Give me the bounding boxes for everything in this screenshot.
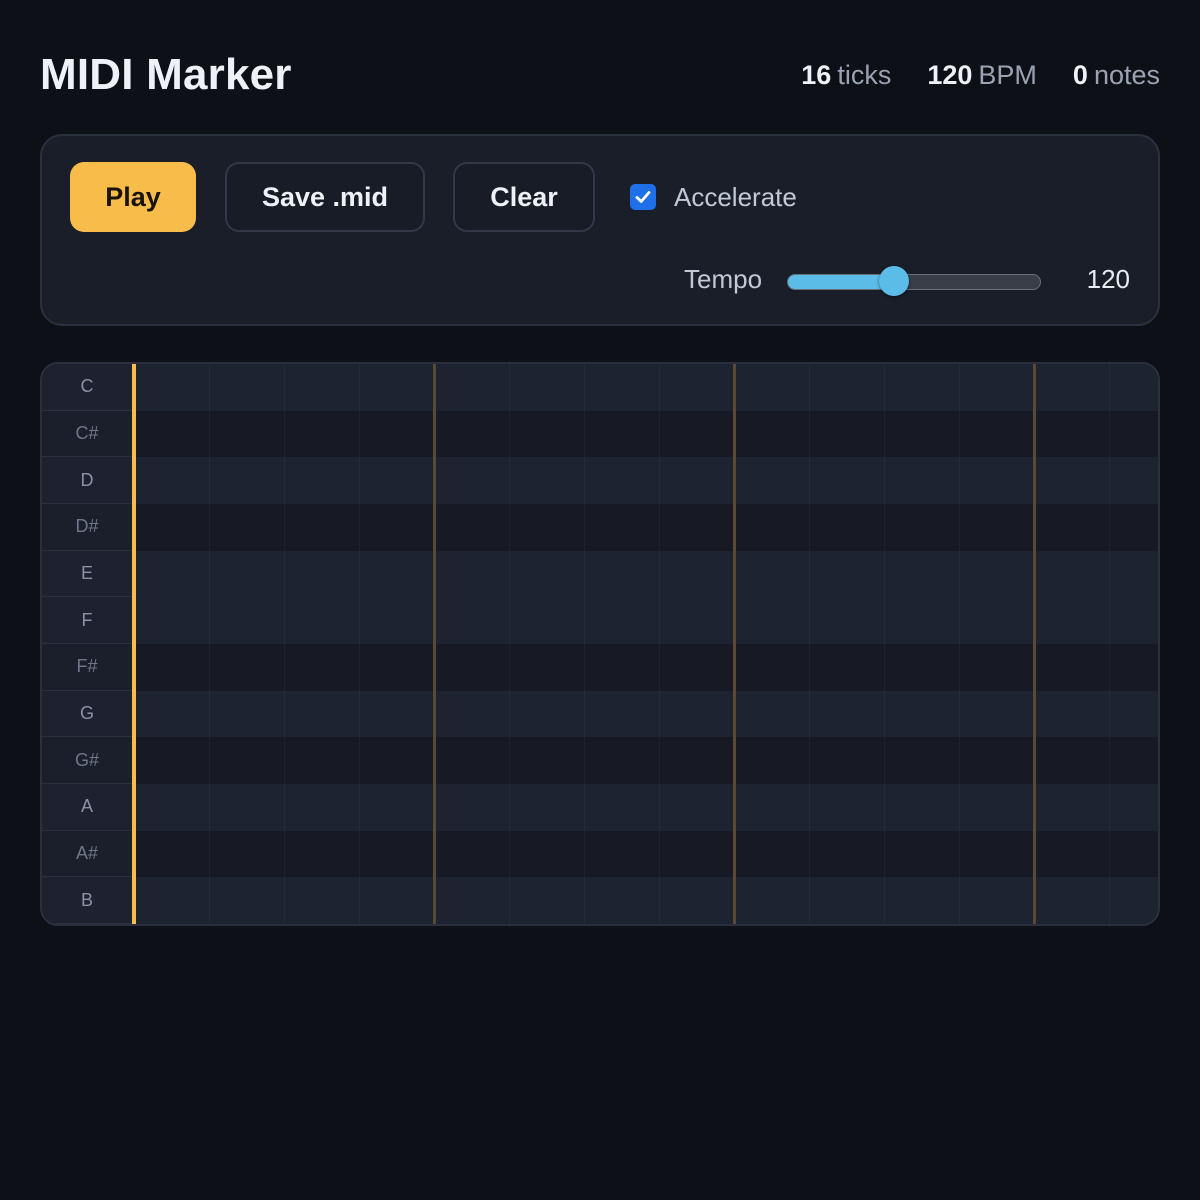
accelerate-label: Accelerate [674, 181, 797, 212]
grid-row[interactable] [132, 644, 1158, 691]
app-root: MIDI Marker 16 ticks 120 BPM 0 notes Play S… [0, 0, 1200, 1200]
grid-row[interactable] [132, 597, 1158, 644]
piano-key[interactable]: F [42, 597, 132, 644]
bar-line [733, 364, 736, 924]
page-title: MIDI Marker [40, 50, 292, 99]
stat-notes-unit: notes [1093, 59, 1160, 90]
grid-row[interactable] [132, 784, 1158, 831]
piano-key[interactable]: B [42, 877, 132, 924]
piano-key[interactable]: C# [42, 410, 132, 458]
accelerate-toggle[interactable]: Accelerate [630, 162, 797, 232]
controls-panel: Play Save .mid Clear Accelerate Tempo 12… [40, 134, 1160, 326]
piano-roll: C C# D D# E F F# G G# A A# B [40, 362, 1160, 926]
stat-ticks-unit: ticks [837, 59, 892, 90]
grid-row[interactable] [132, 410, 1158, 458]
tick-line [284, 364, 285, 924]
grid-row[interactable] [132, 504, 1158, 551]
save-mid-button[interactable]: Save .mid [225, 162, 425, 232]
tick-line [659, 364, 660, 924]
piano-key[interactable]: F# [42, 643, 132, 691]
piano-key[interactable]: G [42, 691, 132, 738]
stat-ticks-value: 16 [801, 59, 832, 90]
grid-row[interactable] [132, 737, 1158, 784]
note-grid[interactable] [132, 364, 1158, 924]
tempo-value: 120 [1086, 264, 1130, 294]
bar-line [433, 364, 436, 924]
stats-bar: 16 ticks 120 BPM 0 notes [801, 60, 1160, 91]
piano-key[interactable]: D# [42, 503, 132, 551]
piano-key[interactable]: A# [42, 830, 132, 878]
tempo-slider-thumb[interactable] [878, 266, 909, 296]
tick-line [884, 364, 885, 924]
clear-button[interactable]: Clear [453, 162, 595, 232]
piano-key[interactable]: C [42, 364, 132, 411]
stat-bpm: 120 BPM [927, 60, 1037, 91]
playhead[interactable] [132, 364, 136, 924]
header: MIDI Marker 16 ticks 120 BPM 0 notes [40, 40, 1160, 110]
tick-line [809, 364, 810, 924]
piano-keys: C C# D D# E F F# G G# A A# B [42, 364, 133, 924]
piano-key[interactable]: A [42, 784, 132, 831]
tick-line [959, 364, 960, 924]
stat-notes: 0 notes [1073, 60, 1160, 91]
stat-ticks: 16 ticks [801, 60, 891, 91]
grid-row[interactable] [132, 457, 1158, 504]
tick-line [584, 364, 585, 924]
grid-row[interactable] [132, 830, 1158, 878]
tempo-slider[interactable] [787, 266, 1041, 296]
tick-line [359, 364, 360, 924]
tempo-label: Tempo [684, 264, 763, 294]
grid-row[interactable] [132, 550, 1158, 598]
tempo-slider-track[interactable] [787, 274, 1041, 290]
grid-row[interactable] [132, 877, 1158, 924]
piano-key[interactable]: D [42, 457, 132, 504]
stat-bpm-value: 120 [927, 59, 973, 90]
grid-row[interactable] [132, 690, 1158, 738]
checkmark-icon [635, 191, 651, 203]
play-button[interactable]: Play [70, 162, 196, 232]
grid-row[interactable] [132, 364, 1158, 411]
accelerate-checkbox[interactable] [630, 184, 656, 210]
stat-notes-value: 0 [1072, 59, 1088, 90]
piano-key[interactable]: G# [42, 737, 132, 784]
stat-bpm-unit: BPM [978, 59, 1037, 90]
bar-line [1033, 364, 1036, 924]
tick-line [509, 364, 510, 924]
piano-key[interactable]: E [42, 551, 132, 598]
tick-line [209, 364, 210, 924]
tick-line [1109, 364, 1110, 924]
